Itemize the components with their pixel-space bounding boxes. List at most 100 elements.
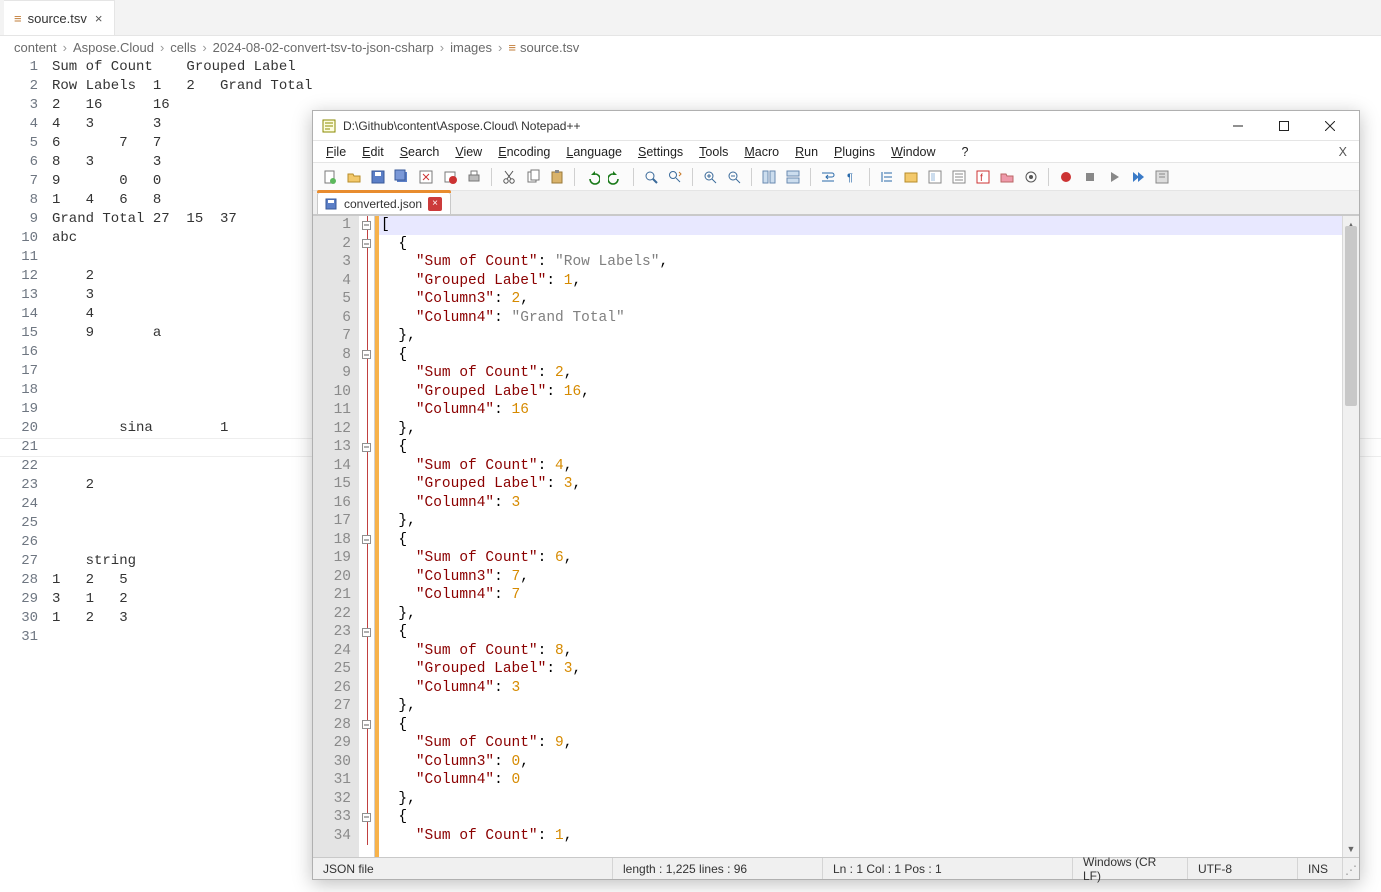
tab-close-icon[interactable]: × — [428, 197, 442, 211]
resize-grip-icon[interactable]: ⋰ — [1343, 858, 1359, 879]
sync-hscroll-icon[interactable] — [782, 166, 804, 188]
cut-icon[interactable] — [498, 166, 520, 188]
menu-settings[interactable]: Settings — [631, 143, 690, 161]
code-line[interactable]: { — [379, 531, 1342, 550]
code-line[interactable]: "Grouped Label": 16, — [379, 383, 1342, 402]
code-line[interactable]: "Grouped Label": 1, — [379, 272, 1342, 291]
fold-toggle[interactable] — [359, 235, 374, 254]
npp-tab-converted-json[interactable]: converted.json × — [317, 192, 451, 214]
code-line[interactable]: { — [379, 346, 1342, 365]
menu-language[interactable]: Language — [559, 143, 629, 161]
code-line[interactable]: { — [379, 623, 1342, 642]
npp-titlebar[interactable]: D:\Github\content\Aspose.Cloud\ Notepad+… — [313, 111, 1359, 141]
find-icon[interactable] — [640, 166, 662, 188]
status-encoding[interactable]: UTF-8 — [1188, 858, 1298, 879]
replace-icon[interactable] — [664, 166, 686, 188]
code-line[interactable]: "Column4": 7 — [379, 586, 1342, 605]
code-line[interactable]: }, — [379, 512, 1342, 531]
undo-icon[interactable] — [581, 166, 603, 188]
npp-editor[interactable]: 1234567891011121314151617181920212223242… — [313, 216, 1342, 857]
code-line[interactable]: "Sum of Count": 8, — [379, 642, 1342, 661]
code-line[interactable]: }, — [379, 790, 1342, 809]
close-file-icon[interactable] — [415, 166, 437, 188]
close-button[interactable] — [1307, 111, 1353, 141]
fold-toggle[interactable] — [359, 716, 374, 735]
doc-map-icon[interactable] — [924, 166, 946, 188]
fold-toggle[interactable] — [359, 623, 374, 642]
npp-menubar[interactable]: FileEditSearchViewEncodingLanguageSettin… — [313, 141, 1359, 163]
code-line[interactable]: "Column4": 16 — [379, 401, 1342, 420]
code-line[interactable]: "Sum of Count": 2, — [379, 364, 1342, 383]
code-line[interactable]: { — [379, 438, 1342, 457]
status-mode[interactable]: INS — [1298, 858, 1343, 879]
vscode-tab-source[interactable]: ≡ source.tsv × — [4, 0, 115, 35]
code-line[interactable]: "Column3": 0, — [379, 753, 1342, 772]
play-macro-icon[interactable] — [1103, 166, 1125, 188]
zoom-in-icon[interactable] — [699, 166, 721, 188]
zoom-out-icon[interactable] — [723, 166, 745, 188]
new-file-icon[interactable] — [319, 166, 341, 188]
code-line[interactable]: "Sum of Count": 6, — [379, 549, 1342, 568]
breadcrumb-segment[interactable]: ≡source.tsv — [508, 40, 579, 55]
sync-vscroll-icon[interactable] — [758, 166, 780, 188]
menu-macro[interactable]: Macro — [737, 143, 786, 161]
code-line[interactable]: "Column4": 3 — [379, 679, 1342, 698]
breadcrumb-segment[interactable]: 2024-08-02-convert-tsv-to-json-csharp — [213, 40, 434, 55]
folder-as-workspace-icon[interactable] — [900, 166, 922, 188]
record-macro-icon[interactable] — [1055, 166, 1077, 188]
folder-icon[interactable] — [996, 166, 1018, 188]
close-icon[interactable]: × — [93, 9, 105, 28]
code-line[interactable]: "Sum of Count": 9, — [379, 734, 1342, 753]
breadcrumb-segment[interactable]: cells — [170, 40, 196, 55]
doc-list-icon[interactable] — [948, 166, 970, 188]
monitoring-icon[interactable] — [1020, 166, 1042, 188]
menu-file[interactable]: File — [319, 143, 353, 161]
wordwrap-icon[interactable] — [817, 166, 839, 188]
menu-search[interactable]: Search — [393, 143, 447, 161]
code-line[interactable]: Row Labels 1 2 Grand Total — [52, 77, 1381, 96]
code-line[interactable]: [ — [379, 216, 1342, 235]
fold-toggle[interactable] — [359, 531, 374, 550]
code-line[interactable]: "Sum of Count": "Row Labels", — [379, 253, 1342, 272]
menu-view[interactable]: View — [448, 143, 489, 161]
redo-icon[interactable] — [605, 166, 627, 188]
code-line[interactable]: { — [379, 235, 1342, 254]
breadcrumb-segment[interactable]: content — [14, 40, 57, 55]
breadcrumb-segment[interactable]: Aspose.Cloud — [73, 40, 154, 55]
code-line[interactable]: }, — [379, 605, 1342, 624]
npp-code[interactable]: [ { "Sum of Count": "Row Labels", "Group… — [379, 216, 1342, 857]
scroll-down-icon[interactable]: ▼ — [1343, 840, 1359, 857]
npp-menu-close-x[interactable]: X — [1333, 145, 1353, 159]
npp-fold-margin[interactable] — [359, 216, 375, 857]
menu-window[interactable]: Window — [884, 143, 942, 161]
code-line[interactable]: "Grouped Label": 3, — [379, 660, 1342, 679]
npp-scrollbar[interactable]: ▲ ▼ — [1342, 216, 1359, 857]
vscode-breadcrumb[interactable]: content›Aspose.Cloud›cells›2024-08-02-co… — [0, 36, 1381, 58]
maximize-button[interactable] — [1261, 111, 1307, 141]
paste-icon[interactable] — [546, 166, 568, 188]
fold-toggle[interactable] — [359, 346, 374, 365]
function-list-icon[interactable]: f — [972, 166, 994, 188]
code-line[interactable]: }, — [379, 327, 1342, 346]
print-icon[interactable] — [463, 166, 485, 188]
code-line[interactable]: "Column3": 7, — [379, 568, 1342, 587]
code-line[interactable]: }, — [379, 697, 1342, 716]
status-eol[interactable]: Windows (CR LF) — [1073, 858, 1188, 879]
menu-run[interactable]: Run — [788, 143, 825, 161]
menu-plugins[interactable]: Plugins — [827, 143, 882, 161]
fold-toggle[interactable] — [359, 438, 374, 457]
save-icon[interactable] — [367, 166, 389, 188]
code-line[interactable]: "Column4": 3 — [379, 494, 1342, 513]
code-line[interactable]: }, — [379, 420, 1342, 439]
fold-toggle[interactable] — [359, 216, 374, 235]
close-all-icon[interactable] — [439, 166, 461, 188]
save-all-icon[interactable] — [391, 166, 413, 188]
save-macro-icon[interactable] — [1151, 166, 1173, 188]
open-file-icon[interactable] — [343, 166, 365, 188]
code-line[interactable]: "Grouped Label": 3, — [379, 475, 1342, 494]
code-line[interactable]: { — [379, 716, 1342, 735]
menu-encoding[interactable]: Encoding — [491, 143, 557, 161]
code-line[interactable]: "Sum of Count": 1, — [379, 827, 1342, 846]
fold-toggle[interactable] — [359, 808, 374, 827]
code-line[interactable]: Sum of Count Grouped Label — [52, 58, 1381, 77]
